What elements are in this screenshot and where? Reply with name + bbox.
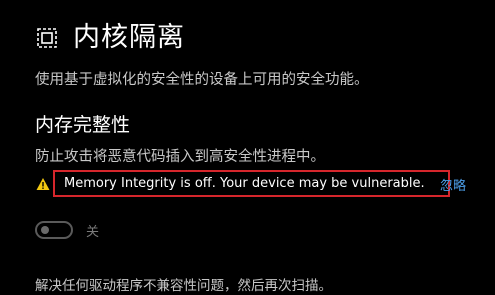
core-isolation-chip-icon — [35, 26, 59, 50]
driver-incompatibility-note: 解决任何驱动程序不兼容性问题，然后再次扫描。 — [35, 278, 332, 294]
toggle-knob — [41, 226, 49, 234]
memory-integrity-toggle[interactable] — [35, 221, 73, 239]
memory-integrity-description: 防止攻击将恶意代码插入到高安全性进程中。 — [35, 149, 325, 165]
memory-integrity-toggle-row: 关 — [35, 219, 99, 241]
warning-text: Memory Integrity is off. Your device may… — [64, 176, 425, 191]
warning-triangle-icon — [36, 176, 50, 190]
page-header: 内核隔离 — [35, 18, 185, 58]
core-isolation-page: 内核隔离 使用基于虚拟化的安全性的设备上可用的安全功能。 内存完整性 防止攻击将… — [0, 0, 495, 295]
page-title: 内核隔离 — [73, 22, 185, 53]
memory-integrity-heading: 内存完整性 — [35, 114, 131, 136]
page-description: 使用基于虚拟化的安全性的设备上可用的安全功能。 — [35, 72, 369, 88]
toggle-state-label: 关 — [86, 224, 100, 240]
dismiss-warning-link[interactable]: 忽略 — [440, 175, 466, 194]
warning-highlight-box: Memory Integrity is off. Your device may… — [53, 170, 450, 197]
memory-integrity-warning: Memory Integrity is off. Your device may… — [36, 170, 476, 200]
